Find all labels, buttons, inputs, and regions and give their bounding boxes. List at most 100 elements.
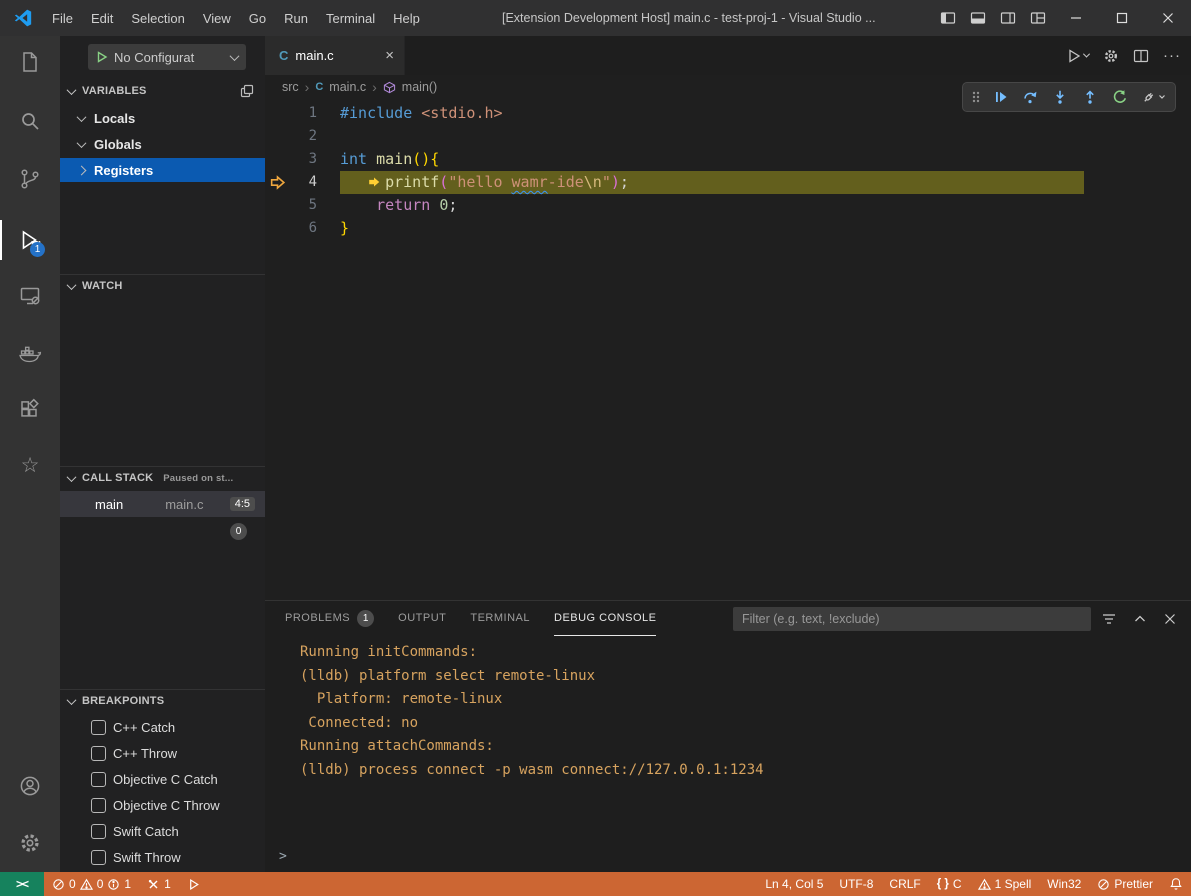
debug-config-dropdown[interactable]: No Configurat xyxy=(88,44,246,70)
views-copy-icon[interactable] xyxy=(240,84,254,98)
formatter-status[interactable]: Prettier xyxy=(1089,872,1161,896)
tab-terminal[interactable]: TERMINAL xyxy=(470,601,530,636)
breakpoint-row[interactable]: C++ Catch xyxy=(60,714,265,740)
variables-item-registers[interactable]: Registers xyxy=(60,158,265,182)
disconnect-button[interactable] xyxy=(1136,85,1170,109)
run-or-debug-button[interactable] xyxy=(1066,48,1089,64)
favorites-star-icon[interactable]: ☆ xyxy=(18,454,42,478)
tab-label: main.c xyxy=(295,48,378,63)
menu-edit[interactable]: Edit xyxy=(82,7,122,30)
step-over-button[interactable] xyxy=(1018,85,1044,109)
docker-icon[interactable] xyxy=(18,341,42,365)
breakpoint-row[interactable]: Swift Catch xyxy=(60,818,265,844)
start-debug-icon[interactable] xyxy=(96,51,108,63)
stack-frame-arrow-icon[interactable] xyxy=(269,174,286,191)
problems-count-badge: 1 xyxy=(357,610,374,627)
breakpoint-row[interactable]: Objective C Throw xyxy=(60,792,265,818)
menu-help[interactable]: Help xyxy=(384,7,429,30)
close-tab-icon[interactable]: × xyxy=(385,47,394,64)
problems-status[interactable]: 0 0 1 xyxy=(44,872,139,896)
stack-frame-row[interactable]: main main.c 4:5 xyxy=(60,491,265,517)
breakpoint-row[interactable]: Objective C Catch xyxy=(60,766,265,792)
breakpoint-checkbox[interactable] xyxy=(91,772,106,787)
menu-go[interactable]: Go xyxy=(240,7,275,30)
variables-section-header[interactable]: VARIABLES xyxy=(60,80,265,102)
tab-debug-console[interactable]: DEBUG CONSOLE xyxy=(554,601,656,636)
menu-file[interactable]: File xyxy=(43,7,82,30)
code-line[interactable]: 6 } xyxy=(265,217,1191,240)
tab-main-c[interactable]: C main.c × xyxy=(265,36,405,75)
toggle-panel-icon[interactable] xyxy=(963,0,993,36)
breadcrumb-symbol[interactable]: main() xyxy=(402,80,437,94)
breakpoint-row[interactable]: Swift Throw xyxy=(60,844,265,870)
debug-session-status[interactable] xyxy=(179,872,208,896)
split-editor-icon[interactable] xyxy=(1133,48,1149,64)
breadcrumb-file[interactable]: main.c xyxy=(329,80,366,94)
settings-gear-icon[interactable] xyxy=(18,831,42,855)
maximize-panel-icon[interactable] xyxy=(1133,612,1147,626)
code-line-current[interactable]: 4 printf("hello wamr-ide\n"); xyxy=(265,171,1191,194)
toggle-secondary-sidebar-icon[interactable] xyxy=(993,0,1023,36)
extensions-icon[interactable] xyxy=(18,398,42,422)
watch-section-header[interactable]: WATCH xyxy=(60,275,265,297)
step-into-button[interactable] xyxy=(1047,85,1073,109)
accounts-icon[interactable] xyxy=(18,774,42,798)
menu-selection[interactable]: Selection xyxy=(122,7,193,30)
encoding-status[interactable]: UTF-8 xyxy=(831,872,881,896)
explorer-icon[interactable] xyxy=(18,50,42,74)
code-line[interactable]: 5 return 0; xyxy=(265,194,1191,217)
console-line: (lldb) platform select remote-linux xyxy=(265,665,1191,689)
menu-run[interactable]: Run xyxy=(275,7,317,30)
breakpoint-checkbox[interactable] xyxy=(91,850,106,865)
breakpoint-checkbox[interactable] xyxy=(91,746,106,761)
tab-output[interactable]: OUTPUT xyxy=(398,601,446,636)
chevron-down-icon xyxy=(67,472,77,482)
spell-checker-status[interactable]: 1 Spell xyxy=(970,872,1040,896)
code-line[interactable]: 2 xyxy=(265,125,1191,148)
language-label: C xyxy=(953,877,962,891)
close-window-button[interactable] xyxy=(1145,0,1191,36)
minimize-button[interactable] xyxy=(1053,0,1099,36)
close-panel-icon[interactable] xyxy=(1163,612,1177,626)
toggle-sidebar-icon[interactable] xyxy=(933,0,963,36)
variables-item-globals[interactable]: Globals xyxy=(60,132,265,156)
call-stack-section-header[interactable]: CALL STACK Paused on st... xyxy=(60,467,265,489)
variables-item-locals[interactable]: Locals xyxy=(60,106,265,130)
gripper-icon[interactable] xyxy=(968,85,984,109)
console-filter-input[interactable] xyxy=(733,607,1091,631)
continue-button[interactable] xyxy=(988,85,1014,109)
code-line[interactable]: 3 int main(){ xyxy=(265,148,1191,171)
customize-layout-icon[interactable] xyxy=(1023,0,1053,36)
breadcrumb-folder[interactable]: src xyxy=(282,80,299,94)
stack-frame-name: main xyxy=(95,497,123,512)
editor-settings-gear-icon[interactable] xyxy=(1103,48,1119,64)
language-mode-status[interactable]: { } C xyxy=(929,872,970,896)
step-out-button[interactable] xyxy=(1077,85,1103,109)
breakpoint-label: C++ Catch xyxy=(113,720,175,735)
breakpoints-section-header[interactable]: BREAKPOINTS xyxy=(60,690,265,712)
more-actions-icon[interactable]: ··· xyxy=(1163,47,1181,64)
token-indent xyxy=(340,196,376,214)
breakpoint-row[interactable]: C++ Throw xyxy=(60,740,265,766)
breakpoint-checkbox[interactable] xyxy=(91,798,106,813)
platform-status[interactable]: Win32 xyxy=(1039,872,1089,896)
breakpoint-checkbox[interactable] xyxy=(91,824,106,839)
source-control-icon[interactable] xyxy=(18,167,42,191)
cursor-position-status[interactable]: Ln 4, Col 5 xyxy=(757,872,831,896)
console-input-prompt[interactable]: > xyxy=(279,849,287,864)
tab-problems[interactable]: PROBLEMS 1 xyxy=(285,601,374,636)
remote-indicator[interactable]: >< xyxy=(0,872,44,896)
maximize-button[interactable] xyxy=(1099,0,1145,36)
restart-button[interactable] xyxy=(1107,85,1133,109)
menu-terminal[interactable]: Terminal xyxy=(317,7,384,30)
remote-explorer-icon[interactable] xyxy=(18,284,42,308)
tasks-status[interactable]: 1 xyxy=(139,872,179,896)
filter-list-icon[interactable] xyxy=(1101,611,1117,627)
notifications-status[interactable] xyxy=(1161,872,1191,896)
menu-view[interactable]: View xyxy=(194,7,240,30)
eol-status[interactable]: CRLF xyxy=(881,872,928,896)
circle-slash-icon xyxy=(1097,878,1110,891)
breakpoint-checkbox[interactable] xyxy=(91,720,106,735)
breakpoints-header-label: BREAKPOINTS xyxy=(82,695,164,707)
search-icon[interactable] xyxy=(18,109,42,133)
